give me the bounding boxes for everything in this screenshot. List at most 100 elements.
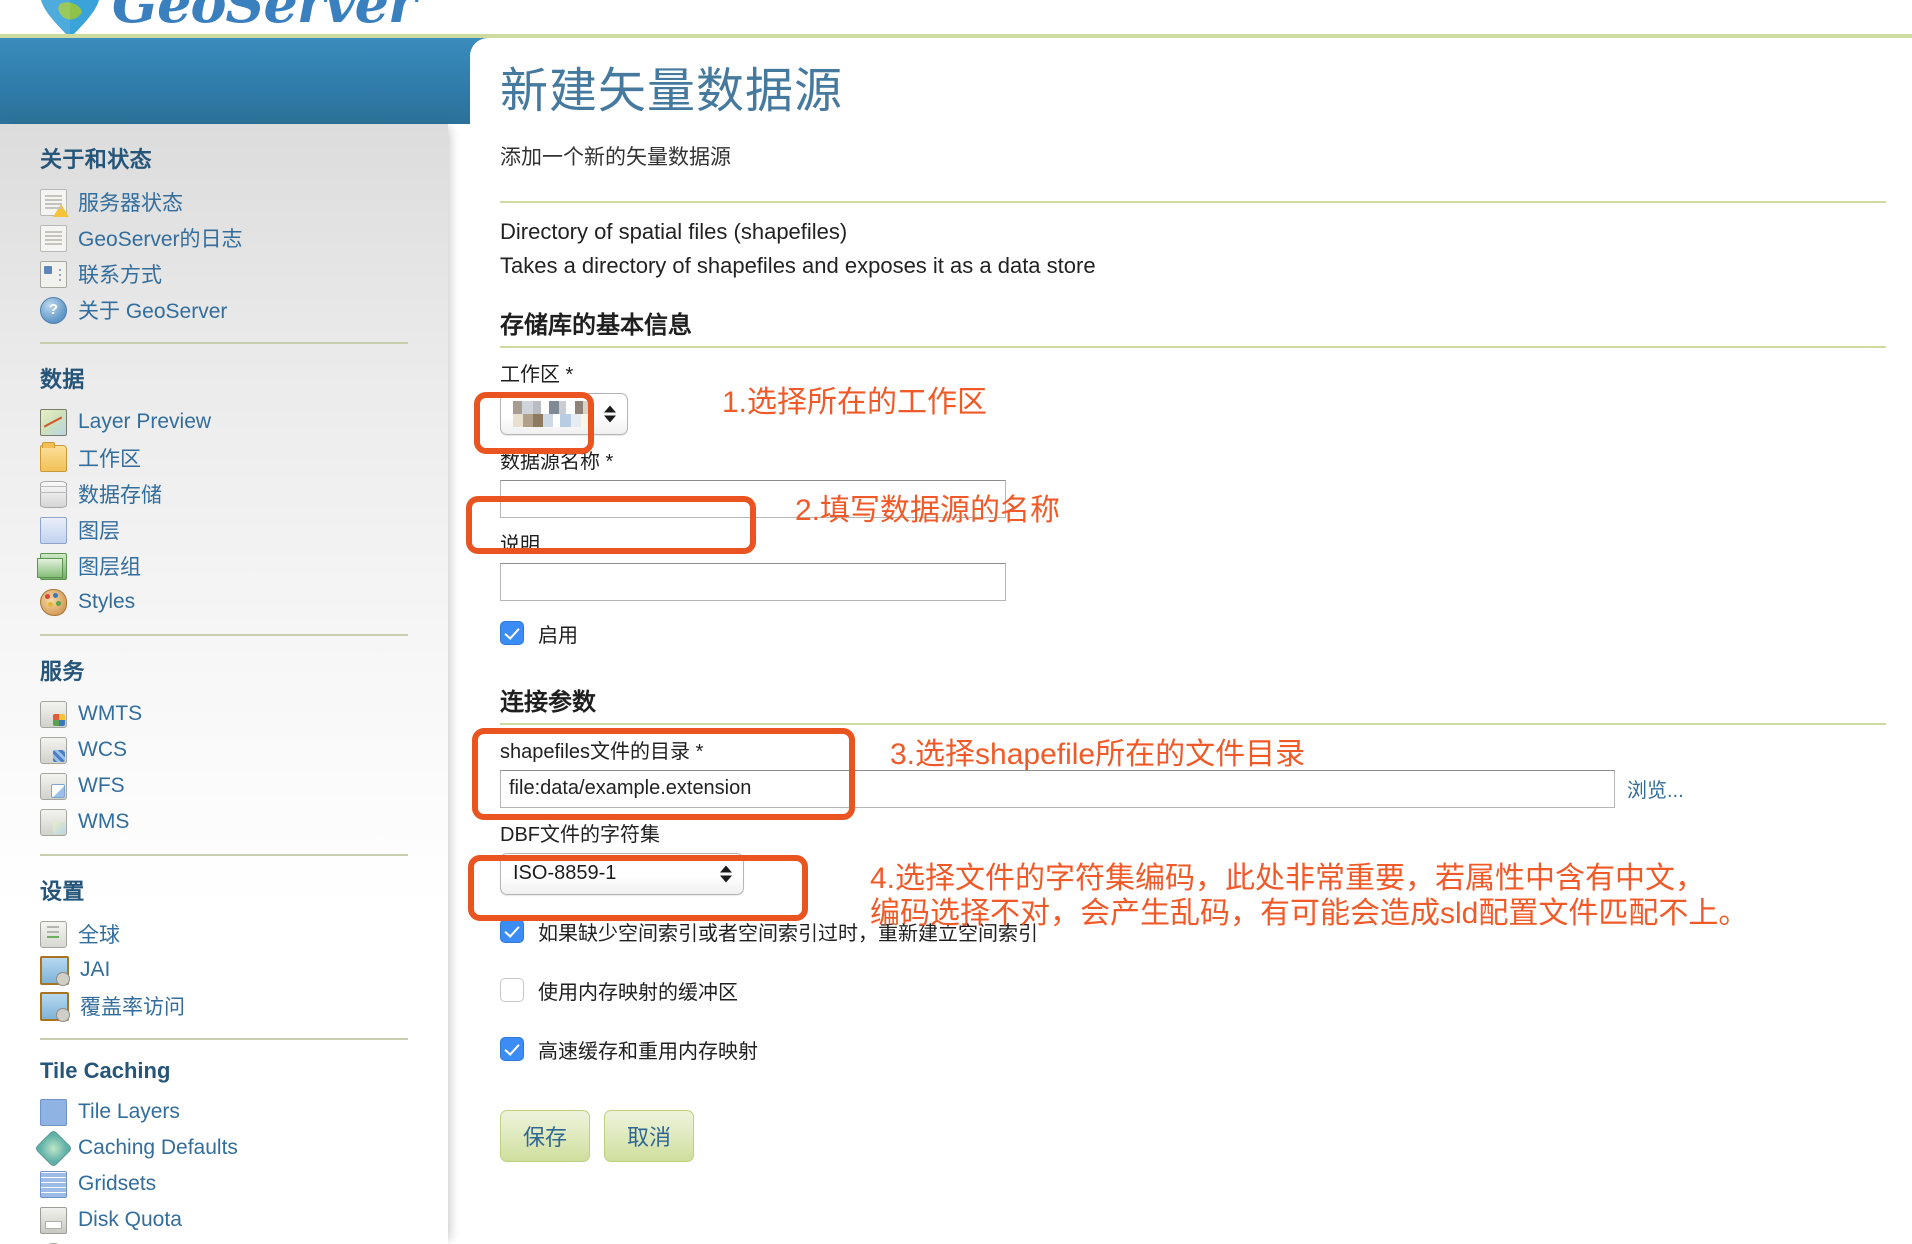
palette-icon bbox=[40, 588, 67, 616]
folder-icon bbox=[40, 441, 67, 472]
spatial-index-checkbox[interactable] bbox=[500, 919, 524, 944]
charset-select[interactable]: ISO-8859-1 bbox=[500, 852, 744, 895]
sidebar-item-label: Caching Defaults bbox=[78, 1136, 238, 1159]
sidebar-section-tile-caching: Tile Caching Tile Layers Caching Default… bbox=[0, 1058, 448, 1244]
sidebar-item-workspaces[interactable]: 工作区 bbox=[40, 440, 448, 476]
sidebar-item-jai[interactable]: JAI bbox=[40, 952, 448, 988]
memory-mapped-buffer-label: 使用内存映射的缓冲区 bbox=[538, 981, 738, 1004]
sidebar-section-title: Tile Caching bbox=[40, 1058, 171, 1083]
sidebar-item-gridsets[interactable]: Gridsets bbox=[40, 1166, 448, 1202]
layer-icon bbox=[40, 516, 67, 544]
main-content: 新建矢量数据源 添加一个新的矢量数据源 Directory of spatial… bbox=[470, 38, 1912, 1244]
sidebar-item-disk-quota[interactable]: Disk Quota bbox=[40, 1202, 448, 1238]
description-label: 说明 bbox=[500, 533, 540, 556]
sidebar-item-label: WMS bbox=[78, 810, 130, 833]
sidebar-item-layers[interactable]: 图层 bbox=[40, 512, 448, 548]
basic-info-heading: 存储库的基本信息 bbox=[500, 311, 692, 339]
sidebar-item-label: 图层组 bbox=[78, 556, 141, 579]
sidebar-item-label: JAI bbox=[80, 958, 111, 981]
spatial-index-checkbox-row[interactable]: 如果缺少空间索引或者空间索引过时，重新建立空间索引 bbox=[500, 917, 1886, 946]
sidebar-item-global[interactable]: 全球 bbox=[40, 916, 448, 952]
sidebar-item-label: 关于 GeoServer bbox=[78, 300, 228, 323]
description-input[interactable] bbox=[500, 562, 1006, 601]
sidebar-item-label: 联系方式 bbox=[78, 264, 162, 287]
sidebar-item-geoserver-logs[interactable]: GeoServer的日志 bbox=[40, 220, 448, 256]
sidebar-item-wfs[interactable]: WFS bbox=[40, 768, 448, 804]
divider bbox=[500, 200, 1886, 203]
charset-label: DBF文件的字符集 bbox=[500, 823, 660, 846]
memory-mapped-buffer-checkbox-row[interactable]: 使用内存映射的缓冲区 bbox=[500, 976, 1886, 1005]
sidebar-item-wcs[interactable]: WCS bbox=[40, 732, 448, 768]
service-wms-icon bbox=[40, 808, 67, 836]
sidebar-item-label: 工作区 bbox=[78, 448, 141, 471]
sidebar-item-label: 数据存储 bbox=[78, 484, 162, 507]
stepper-arrows-icon bbox=[720, 865, 732, 883]
sidebar-item-layer-groups[interactable]: 图层组 bbox=[37, 548, 448, 584]
sidebar-nav: 关于和状态 服务器状态 GeoServer的日志 联系方式 关于 GeoServ… bbox=[0, 124, 448, 1244]
sidebar-item-label: GeoServer的日志 bbox=[78, 228, 243, 251]
workspace-label: 工作区 * bbox=[500, 363, 574, 386]
workspace-select[interactable] bbox=[500, 392, 628, 435]
sidebar-item-label: Tile Layers bbox=[78, 1100, 180, 1123]
sidebar-item-about-geoserver[interactable]: 关于 GeoServer bbox=[40, 292, 448, 328]
database-icon bbox=[40, 480, 67, 508]
server-status-icon bbox=[40, 188, 69, 217]
enabled-label: 启用 bbox=[538, 624, 578, 647]
brand-logo[interactable]: GeoServer bbox=[38, 0, 416, 35]
sidebar-section-about: 关于和状态 服务器状态 GeoServer的日志 联系方式 关于 GeoServ… bbox=[0, 142, 448, 328]
sidebar-divider bbox=[40, 634, 408, 636]
sidebar-section-title: 数据 bbox=[40, 367, 85, 392]
datastore-name-input[interactable] bbox=[500, 479, 1006, 518]
log-document-icon bbox=[40, 224, 67, 252]
sidebar-item-label: 全球 bbox=[78, 924, 120, 947]
layer-group-icon bbox=[37, 552, 67, 580]
sidebar-item-label: Gridsets bbox=[78, 1172, 157, 1195]
sidebar-item-stores[interactable]: 数据存储 bbox=[40, 476, 448, 512]
sidebar-item-label: 覆盖率访问 bbox=[80, 996, 185, 1019]
directory-input[interactable] bbox=[500, 769, 1615, 808]
sidebar-item-coverage-access[interactable]: 覆盖率访问 bbox=[40, 988, 448, 1024]
stepper-arrows-icon bbox=[604, 405, 616, 423]
sidebar-item-label: Disk Quota bbox=[78, 1208, 182, 1231]
sidebar-item-contact[interactable]: 联系方式 bbox=[40, 256, 448, 292]
service-wfs-icon bbox=[40, 772, 67, 800]
sidebar-item-partial[interactable] bbox=[40, 1238, 448, 1244]
gridsets-icon bbox=[40, 1170, 67, 1198]
cache-reuse-checkbox[interactable] bbox=[500, 1037, 524, 1062]
sidebar-item-label: WCS bbox=[78, 738, 127, 761]
caching-defaults-icon bbox=[34, 1128, 73, 1168]
save-button[interactable]: 保存 bbox=[500, 1109, 591, 1162]
sidebar-item-wms[interactable]: WMS bbox=[40, 804, 448, 840]
brand-name: GeoServer bbox=[112, 0, 416, 35]
connection-params-heading: 连接参数 bbox=[500, 688, 596, 716]
service-wmts-icon bbox=[40, 700, 67, 728]
sidebar-section-title: 设置 bbox=[40, 879, 85, 904]
cache-reuse-checkbox-row[interactable]: 高速缓存和重用内存映射 bbox=[500, 1035, 1886, 1064]
help-circle-icon bbox=[40, 296, 67, 324]
workspace-selected-value bbox=[513, 400, 593, 427]
app-header: GeoServer bbox=[0, 0, 1912, 38]
sidebar-item-layer-preview[interactable]: Layer Preview bbox=[40, 404, 448, 440]
sidebar-section-settings: 设置 全球 JAI 覆盖率访问 bbox=[0, 874, 448, 1024]
sidebar-item-label: 服务器状态 bbox=[78, 192, 183, 215]
coverage-access-icon bbox=[40, 991, 70, 1022]
browse-link[interactable]: 浏览... bbox=[1627, 774, 1684, 803]
sidebar-item-server-status[interactable]: 服务器状态 bbox=[40, 184, 448, 220]
sidebar-section-services: 服务 WMTS WCS WFS WMS bbox=[0, 654, 448, 840]
jai-image-icon bbox=[40, 955, 70, 986]
datastore-name-label: 数据源名称 * bbox=[500, 450, 614, 473]
sidebar-item-caching-defaults[interactable]: Caching Defaults bbox=[34, 1128, 448, 1168]
sidebar-item-tile-layers[interactable]: Tile Layers bbox=[40, 1094, 448, 1130]
sidebar-item-label: 图层 bbox=[78, 520, 120, 543]
memory-mapped-buffer-checkbox[interactable] bbox=[500, 978, 524, 1003]
sidebar-item-wmts[interactable]: WMTS bbox=[40, 696, 448, 732]
sidebar-item-styles[interactable]: Styles bbox=[40, 584, 448, 620]
cancel-button[interactable]: 取消 bbox=[604, 1109, 695, 1162]
service-wcs-icon bbox=[40, 736, 67, 764]
directory-label: shapefiles文件的目录 * bbox=[500, 740, 704, 763]
map-preview-icon bbox=[40, 408, 67, 436]
enabled-checkbox[interactable] bbox=[500, 621, 524, 646]
disk-quota-icon bbox=[40, 1206, 67, 1234]
globe-icon bbox=[38, 0, 102, 34]
enabled-checkbox-row[interactable]: 启用 bbox=[500, 619, 1886, 648]
